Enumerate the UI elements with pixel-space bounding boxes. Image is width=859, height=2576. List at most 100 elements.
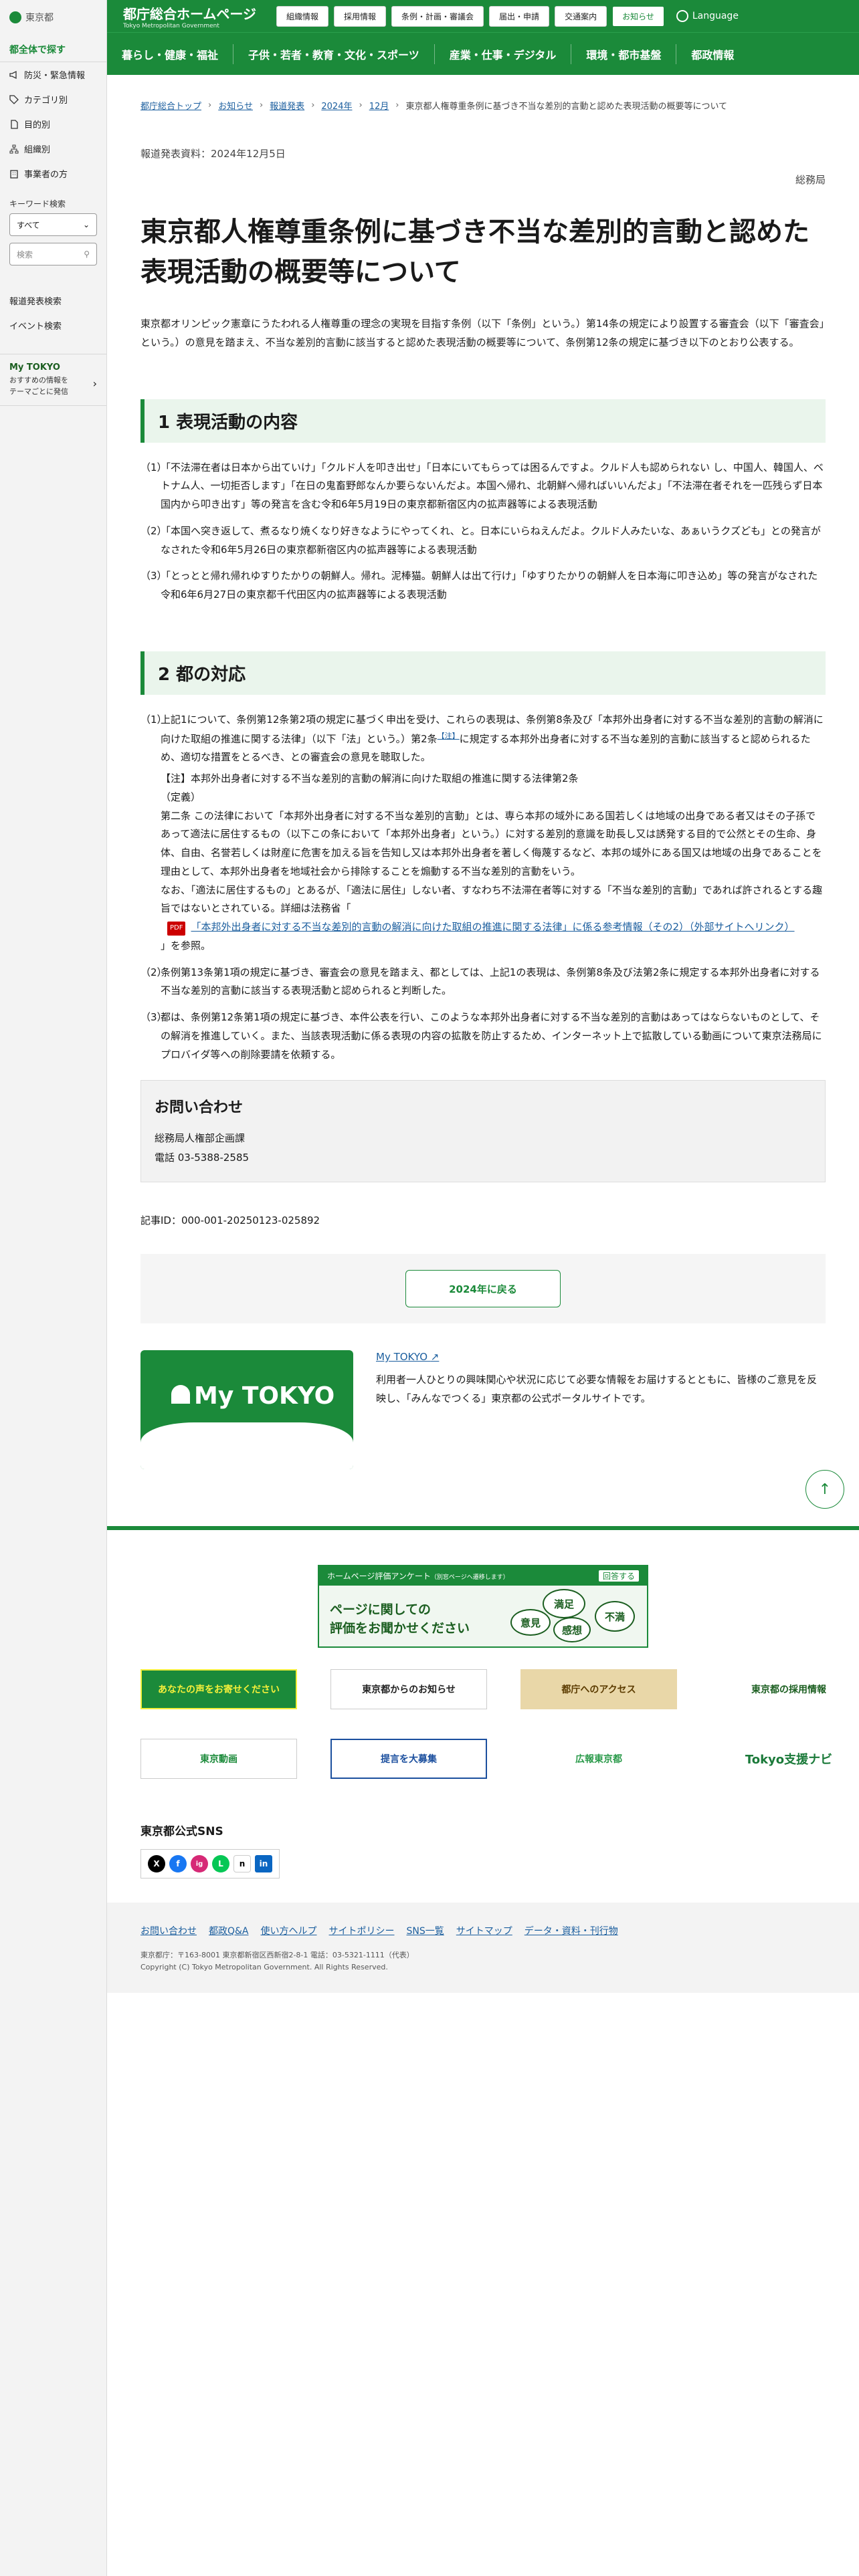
lead-paragraph: 東京都オリンピック憲章にうたわれる人権尊重の理念の実現を目指す条例（以下「条例」…: [140, 318, 825, 348]
nav-item-children[interactable]: 子供・若者・教育・文化・スポーツ: [233, 33, 434, 75]
section-heading-2: 2 都の対応: [140, 651, 826, 695]
nav-item-life[interactable]: 暮らし・健康・福祉: [107, 33, 233, 75]
mytokyo-link-label: My TOKYO: [376, 1351, 428, 1364]
building-icon: [10, 169, 18, 179]
banner-support-navi[interactable]: Tokyo支援ナビ: [710, 1739, 859, 1779]
chevron-right-icon: ›: [92, 377, 97, 390]
footer-link-sns[interactable]: SNS一覧: [407, 1924, 444, 1937]
item-number: （3）: [140, 1011, 167, 1023]
item-text: 「本国へ突き返して、煮るなり焼くなり好きなようにやってくれ、と。日本にいらねえん…: [161, 524, 821, 556]
sns-section: 東京都公式SNS X f ig L n in: [140, 1822, 826, 1879]
sidebar-item-organization[interactable]: 組織別: [0, 136, 106, 161]
search-scope-select[interactable]: すべて ⌄: [9, 213, 97, 236]
nav-item-government[interactable]: 都政情報: [676, 33, 749, 75]
footer-bottom: お問い合わせ 都政Q&A 使い方ヘルプ サイトポリシー SNS一覧 サイトマップ…: [107, 1903, 859, 1994]
mytokyo-sub-line1: おすすめの情報を: [9, 376, 68, 385]
footer-link-data[interactable]: データ・資料・刊行物: [524, 1924, 618, 1937]
contact-phone: 電話 03-5388-2585: [155, 1151, 250, 1164]
banner-notices[interactable]: 東京都からのお知らせ: [330, 1669, 487, 1709]
item-number: （3）: [140, 570, 167, 582]
tokyo-emblem-icon: [9, 11, 21, 23]
mytokyo-banner-image[interactable]: My TOKYO: [140, 1350, 353, 1470]
sns-icon-list: X f ig L n in: [140, 1849, 280, 1879]
language-button[interactable]: Language: [676, 10, 739, 22]
banner-proposals[interactable]: 提言を大募集: [330, 1739, 487, 1779]
top-link-applications[interactable]: 届出・申請: [489, 5, 550, 27]
mytokyo-promo: My TOKYO My TOKYO ↗ 利用者一人ひとりの興味関心や状況に応じて…: [140, 1350, 826, 1470]
banner-koho-tokyo[interactable]: 広報東京都: [520, 1739, 677, 1779]
top-link-access[interactable]: 交通案内: [555, 5, 607, 27]
sns-title: 東京都公式SNS: [140, 1825, 223, 1838]
instagram-icon[interactable]: ig: [191, 1855, 208, 1872]
chevron-right-icon: ›: [208, 100, 212, 110]
sidebar-item-category[interactable]: カテゴリ別: [0, 87, 106, 112]
logo-text: 東京都: [25, 13, 54, 23]
response-list: （1） 上記1について、条例第12条第2項の規定に基づく申出を受け、これらの表現…: [140, 711, 826, 1065]
footer-link-contact[interactable]: お問い合わせ: [140, 1924, 197, 1937]
list-item: （1） 上記1について、条例第12条第2項の規定に基づく申出を受け、これらの表現…: [140, 711, 826, 956]
item-number: （1）: [140, 461, 167, 473]
tokyo-logo[interactable]: 東京都: [0, 0, 106, 37]
note-icon[interactable]: n: [233, 1855, 251, 1872]
search-scope-value: すべて: [17, 220, 40, 230]
chevron-down-icon: ⌄: [82, 220, 90, 229]
footer-link-faq[interactable]: 都政Q&A: [209, 1924, 249, 1937]
back-to-year-button[interactable]: 2024年に戻る: [405, 1270, 561, 1308]
survey-answer-button[interactable]: 回答する: [598, 1570, 639, 1582]
global-nav: 暮らし・健康・福祉 子供・若者・教育・文化・スポーツ 産業・仕事・デジタル 環境…: [107, 32, 859, 75]
bureau-name: 総務局: [795, 174, 826, 186]
banner-voice[interactable]: あなたの声をお寄せください: [140, 1669, 297, 1709]
top-link-ordinances[interactable]: 条例・計画・審議会: [391, 5, 484, 27]
breadcrumb-year[interactable]: 2024年: [321, 99, 352, 112]
sidebar-mytokyo-link[interactable]: My TOKYO おすすめの情報を テーマごとに発信 ›: [0, 354, 106, 406]
footer-link-sitemap[interactable]: サイトマップ: [456, 1924, 512, 1937]
event-search-link[interactable]: イベント検索: [0, 313, 106, 338]
sidebar-item-disaster[interactable]: 防災・緊急情報: [0, 62, 106, 87]
back-to-top-button[interactable]: ↑: [805, 1470, 844, 1509]
breadcrumb-top[interactable]: 都庁総合トップ: [140, 99, 201, 112]
contact-title: お問い合わせ: [155, 1099, 244, 1117]
mytokyo-link[interactable]: My TOKYO ↗: [376, 1351, 439, 1363]
top-link-recruit[interactable]: 採用情報: [334, 5, 387, 27]
sidebar-item-business[interactable]: 事業者の方: [0, 161, 106, 186]
mytokyo-logo: My TOKYO: [9, 362, 60, 372]
x-icon[interactable]: X: [148, 1855, 165, 1872]
breadcrumb-month[interactable]: 12月: [369, 99, 389, 112]
moj-reference-link[interactable]: 「本邦外出身者に対する不当な差別的言動の解消に向けた取組の推進に関する法律」に係…: [191, 918, 794, 937]
top-link-organization[interactable]: 組織情報: [276, 5, 329, 27]
breadcrumb-current: 東京都人権尊重条例に基づき不当な差別的言動と認めた表現活動の概要等について: [405, 102, 728, 112]
search-input[interactable]: 検索 ⚲: [9, 243, 97, 265]
sidebar-item-purpose[interactable]: 目的別: [0, 112, 106, 136]
people-illustration: [140, 1422, 353, 1470]
breadcrumb-news[interactable]: お知らせ: [218, 99, 253, 112]
banner-recruit[interactable]: 東京都の採用情報: [710, 1669, 859, 1709]
breadcrumb-press[interactable]: 報道発表: [270, 99, 304, 112]
item-number: （2）: [140, 966, 167, 978]
pdf-link-row: PDF 「本邦外出身者に対する不当な差別的言動の解消に向けた取組の推進に関する法…: [167, 918, 826, 937]
nav-item-industry[interactable]: 産業・仕事・デジタル: [435, 33, 571, 75]
list-item: （1） 「不法滞在者は日本から出ていけ」「クルド人を叩き出せ」「日本にいてもらって…: [140, 459, 826, 514]
bubble-opinion: 意見: [510, 1609, 551, 1636]
footer-link-help[interactable]: 使い方ヘルプ: [261, 1924, 317, 1937]
note-ref-link[interactable]: 【注】: [438, 732, 460, 740]
item-number: （2）: [140, 524, 167, 537]
search-placeholder: 検索: [17, 249, 33, 259]
press-release-search-link[interactable]: 報道発表検索: [0, 288, 106, 313]
chevron-right-icon: ›: [259, 100, 264, 110]
facebook-icon[interactable]: f: [169, 1855, 187, 1872]
line-icon[interactable]: L: [212, 1855, 229, 1872]
mytokyo-sub-line2: テーマごとに発信: [9, 387, 68, 396]
linkedin-icon[interactable]: in: [255, 1855, 272, 1872]
external-link-icon: ↗: [430, 1351, 440, 1364]
banner-access[interactable]: 都庁へのアクセス: [520, 1669, 677, 1709]
footer-link-policy[interactable]: サイトポリシー: [329, 1924, 395, 1937]
bubble-dissatisfied: 不満: [595, 1601, 635, 1632]
note-definition: （定義）: [161, 790, 201, 803]
top-link-news[interactable]: お知らせ: [612, 5, 664, 27]
survey-line1: ページに関しての: [330, 1602, 432, 1617]
survey-banner[interactable]: ホームページ評価アンケート（別窓ページへ遷移します） 回答する ページに関しての…: [318, 1565, 648, 1648]
site-title-link[interactable]: 都庁総合ホームページ Tokyo Metropolitan Government: [123, 3, 256, 29]
search-icon[interactable]: ⚲: [84, 249, 90, 259]
nav-item-environment[interactable]: 環境・都市基盤: [571, 33, 676, 75]
banner-tokyo-video[interactable]: 東京動画: [140, 1739, 297, 1779]
